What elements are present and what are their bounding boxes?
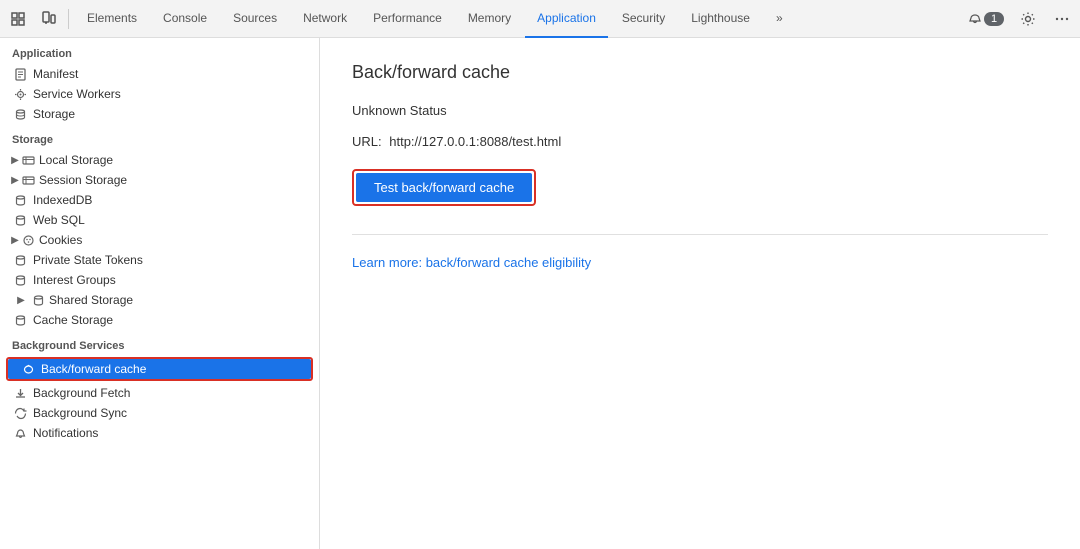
local-storage-arrow: ▶ xyxy=(8,155,22,166)
web-sql-icon xyxy=(14,214,27,227)
sidebar-item-bg-sync[interactable]: Background Sync xyxy=(0,403,319,423)
tab-memory[interactable]: Memory xyxy=(456,0,523,38)
sidebar-item-shared-storage[interactable]: ▶ Shared Storage xyxy=(0,290,319,310)
tab-sources[interactable]: Sources xyxy=(221,0,289,38)
bg-sync-icon xyxy=(14,407,27,420)
notifications-icon xyxy=(14,427,27,440)
settings-icon[interactable] xyxy=(1014,5,1042,33)
application-section-label: Application xyxy=(0,38,319,64)
private-state-label: Private State Tokens xyxy=(33,253,143,267)
session-storage-icon xyxy=(22,174,35,187)
content-divider xyxy=(352,234,1048,235)
shared-storage-arrow: ▶ xyxy=(14,295,28,306)
private-state-icon xyxy=(14,254,27,267)
notifications-badge[interactable]: 1 xyxy=(964,5,1008,33)
bg-services-section-label: Background Services xyxy=(0,330,319,356)
interest-groups-label: Interest Groups xyxy=(33,273,116,287)
tab-lighthouse[interactable]: Lighthouse xyxy=(679,0,762,38)
back-forward-icon xyxy=(22,363,35,376)
cache-storage-label: Cache Storage xyxy=(33,313,113,327)
sidebar-item-web-sql[interactable]: Web SQL xyxy=(0,210,319,230)
indexeddb-label: IndexedDB xyxy=(33,193,92,207)
sidebar-item-cache-storage[interactable]: Cache Storage xyxy=(0,310,319,330)
sidebar-item-notifications[interactable]: Notifications xyxy=(0,423,319,443)
tab-elements[interactable]: Elements xyxy=(75,0,149,38)
interest-groups-icon xyxy=(14,274,27,287)
sidebar-item-session-storage[interactable]: ▶ Session Storage xyxy=(0,170,319,190)
sidebar-item-service-workers[interactable]: Service Workers xyxy=(0,84,319,104)
test-button-wrap: Test back/forward cache xyxy=(352,169,536,206)
sidebar-item-indexeddb[interactable]: IndexedDB xyxy=(0,190,319,210)
manifest-label: Manifest xyxy=(33,67,78,81)
separator xyxy=(68,9,69,29)
notification-count: 1 xyxy=(984,12,1004,26)
cookies-icon xyxy=(22,234,35,247)
bg-fetch-label: Background Fetch xyxy=(33,386,130,400)
toolbar-right: 1 xyxy=(964,5,1076,33)
indexeddb-icon xyxy=(14,194,27,207)
local-storage-icon xyxy=(22,154,35,167)
sidebar-item-back-forward[interactable]: Back/forward cache xyxy=(8,359,311,379)
back-forward-wrap: Back/forward cache xyxy=(6,357,313,381)
storage-section-label: Storage xyxy=(0,124,319,150)
local-storage-label: Local Storage xyxy=(39,153,113,167)
status-text: Unknown Status xyxy=(352,103,1048,118)
notifications-label: Notifications xyxy=(33,426,98,440)
inspect-icon[interactable] xyxy=(4,5,32,33)
cookies-label: Cookies xyxy=(39,233,82,247)
cookies-arrow: ▶ xyxy=(8,235,22,246)
back-forward-label: Back/forward cache xyxy=(41,362,146,376)
service-workers-label: Service Workers xyxy=(33,87,121,101)
bg-sync-label: Background Sync xyxy=(33,406,127,420)
page-title: Back/forward cache xyxy=(352,62,1048,83)
learn-more-link[interactable]: Learn more: back/forward cache eligibili… xyxy=(352,255,591,270)
storage-label: Storage xyxy=(33,107,75,121)
tab-console[interactable]: Console xyxy=(151,0,219,38)
sidebar-item-storage-item[interactable]: Storage xyxy=(0,104,319,124)
url-label: URL: xyxy=(352,134,382,149)
sidebar-item-cookies[interactable]: ▶ Cookies xyxy=(0,230,319,250)
url-row: URL: http://127.0.0.1:8088/test.html xyxy=(352,134,1048,149)
sidebar-item-bg-fetch[interactable]: Background Fetch xyxy=(0,383,319,403)
sidebar-item-local-storage[interactable]: ▶ Local Storage xyxy=(0,150,319,170)
manifest-icon xyxy=(14,68,27,81)
device-icon[interactable] xyxy=(34,5,62,33)
service-workers-icon xyxy=(14,88,27,101)
tab-performance[interactable]: Performance xyxy=(361,0,454,38)
sidebar-item-interest-groups[interactable]: Interest Groups xyxy=(0,270,319,290)
content-area: Back/forward cache Unknown Status URL: h… xyxy=(320,38,1080,549)
tab-application[interactable]: Application xyxy=(525,0,608,38)
cache-storage-icon xyxy=(14,314,27,327)
toolbar: Elements Console Sources Network Perform… xyxy=(0,0,1080,38)
sidebar-item-manifest[interactable]: Manifest xyxy=(0,64,319,84)
shared-storage-icon xyxy=(32,294,45,307)
session-storage-label: Session Storage xyxy=(39,173,127,187)
sidebar-item-private-state[interactable]: Private State Tokens xyxy=(0,250,319,270)
tab-network[interactable]: Network xyxy=(291,0,359,38)
web-sql-label: Web SQL xyxy=(33,213,85,227)
shared-storage-label: Shared Storage xyxy=(49,293,133,307)
bg-fetch-icon xyxy=(14,387,27,400)
session-storage-arrow: ▶ xyxy=(8,175,22,186)
storage-icon xyxy=(14,108,27,121)
sidebar: Application Manifest Service W xyxy=(0,38,320,549)
more-icon[interactable] xyxy=(1048,5,1076,33)
tab-more[interactable]: » xyxy=(764,0,795,38)
main-layout: Application Manifest Service W xyxy=(0,38,1080,549)
url-value: http://127.0.0.1:8088/test.html xyxy=(389,134,561,149)
tab-security[interactable]: Security xyxy=(610,0,677,38)
test-cache-button[interactable]: Test back/forward cache xyxy=(356,173,532,202)
